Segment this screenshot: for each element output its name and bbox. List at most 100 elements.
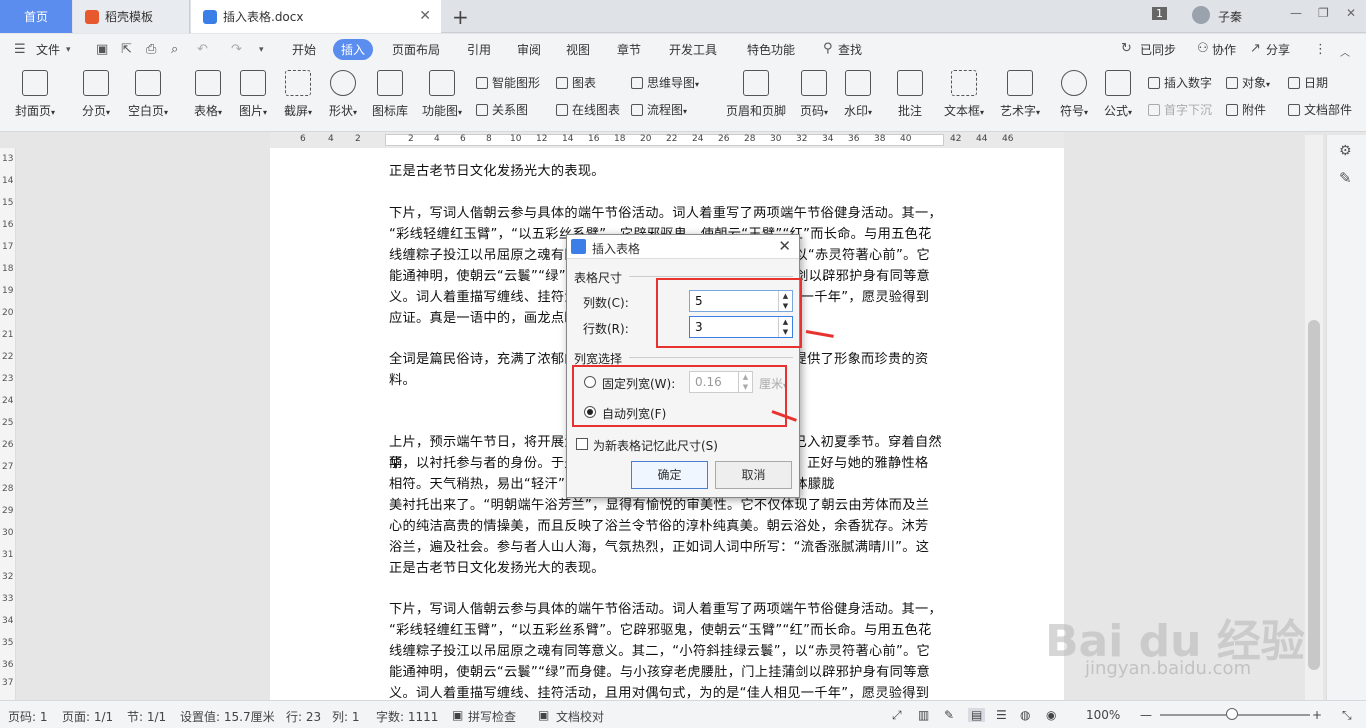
cancel-button[interactable]: 取消 [715,461,792,489]
print-icon[interactable]: ⎙ [146,42,156,57]
status-setting[interactable]: 设置值: 15.7厘米 [180,708,275,725]
save-icon[interactable]: ▣ [96,42,108,57]
wordart-button[interactable]: 艺术字▾ [996,70,1044,119]
page-number-button[interactable]: 页码▾ [796,70,832,119]
page-break-button[interactable]: 分页▾ [78,70,114,119]
status-words[interactable]: 字数: 1111 [376,708,438,725]
page-view-icon[interactable]: ▤ [968,708,986,722]
tab-daoke[interactable]: 稻壳模板 [73,0,190,33]
scrollbar-thumb[interactable] [1308,320,1320,670]
redo-icon[interactable]: ↷ [231,42,242,57]
remember-size-checkbox[interactable] [576,438,588,450]
window-count-badge[interactable]: 1 [1152,7,1167,20]
flowchart-button[interactable]: 流程图▾ [631,101,687,118]
outline-view-icon[interactable]: ☰ [996,708,1007,722]
smart-art-button[interactable]: 智能图形 [476,74,540,91]
textbox-button[interactable]: 文本框▾ [940,70,988,119]
vertical-scrollbar[interactable] [1305,135,1323,700]
menu-chapter[interactable]: 章节 [617,41,641,58]
zoom-slider-handle[interactable] [1226,708,1238,720]
write-mode-icon[interactable]: ✎ [944,708,954,722]
more-icon[interactable]: ⋮ [1314,42,1327,57]
table-button[interactable]: 表格▾ [190,70,226,119]
export-icon[interactable]: ⇱ [121,42,132,57]
menu-reference[interactable]: 引用 [467,41,491,58]
close-icon[interactable]: ✕ [419,8,431,24]
picture-button[interactable]: 图片▾ [235,70,271,119]
zoom-in-icon[interactable]: + [1312,708,1322,722]
symbol-button[interactable]: 符号▾ [1056,70,1092,119]
menu-devtools[interactable]: 开发工具 [669,41,717,58]
formula-button[interactable]: 公式▾ [1100,70,1136,119]
date-button[interactable]: 日期 [1288,74,1328,91]
close-icon[interactable]: ✕ [778,237,791,255]
attachment-button[interactable]: 附件 [1226,101,1266,118]
menu-start[interactable]: 开始 [292,41,316,58]
page-break-label: 分页 [81,104,106,118]
header-footer-button[interactable]: 页眉和页脚 [724,70,788,119]
tab-document[interactable]: 插入表格.docx ✕ [191,0,441,33]
settings-icon[interactable]: ⚙ [1339,143,1352,159]
avatar[interactable] [1192,6,1210,24]
spellcheck-button[interactable]: 拼写检查 [468,708,516,725]
vruler-label: 35 [2,638,14,648]
function-chart-button[interactable]: 功能图▾ [418,70,466,119]
status-pages[interactable]: 页面: 1/1 [62,708,113,725]
fullscreen-icon[interactable]: ⤢ [892,708,902,723]
new-tab-icon[interactable]: + [452,5,469,29]
object-button[interactable]: 对象▾ [1226,74,1270,91]
status-section[interactable]: 节: 1/1 [127,708,166,725]
watermark-button[interactable]: 水印▾ [840,70,876,119]
menu-find[interactable]: 查找 [838,41,862,58]
drop-cap-button[interactable]: 首字下沉 [1148,101,1212,118]
blank-page-button[interactable]: 空白页▾ [124,70,172,119]
close-window-icon[interactable]: ✕ [1346,6,1356,20]
share-button[interactable]: 分享 [1266,41,1290,58]
cover-page-button[interactable]: 封面页▾ [12,70,58,119]
status-row[interactable]: 行: 23 [286,708,321,725]
vertical-ruler[interactable]: 13 14 15 16 17 18 19 20 21 22 23 24 25 2… [0,148,16,700]
relation-chart-button[interactable]: 关系图 [476,101,528,118]
comment-button[interactable]: 批注 [894,70,926,119]
dialog-titlebar[interactable]: 插入表格 ✕ [567,235,799,259]
minimize-icon[interactable]: — [1290,6,1302,20]
undo-icon[interactable]: ↶ [197,42,208,57]
status-page[interactable]: 页码: 1 [8,708,48,725]
ok-button[interactable]: 确定 [631,461,708,489]
hamburger-icon[interactable]: ☰ [14,42,26,57]
restore-icon[interactable]: ❐ [1318,6,1329,20]
user-name[interactable]: 子秦 [1218,8,1242,25]
tab-home[interactable]: 首页 [0,0,72,33]
insert-number-button[interactable]: 插入数字 [1148,74,1212,91]
sync-status[interactable]: 已同步 [1140,41,1176,58]
horizontal-ruler[interactable]: 6 4 2 2 4 6 8 10 12 14 16 18 20 22 24 26… [270,132,1064,148]
mind-map-button[interactable]: 思维导图▾ [631,74,699,91]
online-chart-button[interactable]: 在线图表 [556,101,620,118]
search-icon[interactable]: ⚲ [823,41,833,56]
zoom-level[interactable]: 100% [1086,708,1120,722]
preview-icon[interactable]: ⌕ [171,42,178,57]
collapse-ribbon-icon[interactable]: ︿ [1340,44,1350,59]
doc-part-button[interactable]: 文档部件 [1288,101,1352,118]
pen-icon[interactable]: ✎ [1339,169,1352,187]
icon-library-button[interactable]: 图标库 [370,70,410,119]
eye-protect-icon[interactable]: ◉ [1046,708,1056,722]
menu-features[interactable]: 特色功能 [747,41,795,58]
chevron-down-icon[interactable]: ▾ [66,45,71,55]
menu-review[interactable]: 审阅 [517,41,541,58]
menu-file[interactable]: 文件 [36,41,60,58]
screenshot-button[interactable]: 截屏▾ [280,70,316,119]
customize-icon[interactable]: ▾ [259,45,264,55]
zoom-out-icon[interactable]: — [1140,708,1152,722]
chart-button[interactable]: 图表 [556,74,596,91]
proofread-button[interactable]: 文档校对 [556,708,604,725]
web-view-icon[interactable]: ◍ [1020,708,1030,722]
fit-icon[interactable]: ⤡ [1342,708,1352,723]
status-col[interactable]: 列: 1 [332,708,360,725]
shape-button[interactable]: 形状▾ [325,70,361,119]
menu-layout[interactable]: 页面布局 [392,41,440,58]
menu-insert[interactable]: 插入 [333,39,374,60]
menu-view[interactable]: 视图 [566,41,590,58]
collab-button[interactable]: 协作 [1212,41,1236,58]
read-mode-icon[interactable]: ▥ [918,708,929,722]
